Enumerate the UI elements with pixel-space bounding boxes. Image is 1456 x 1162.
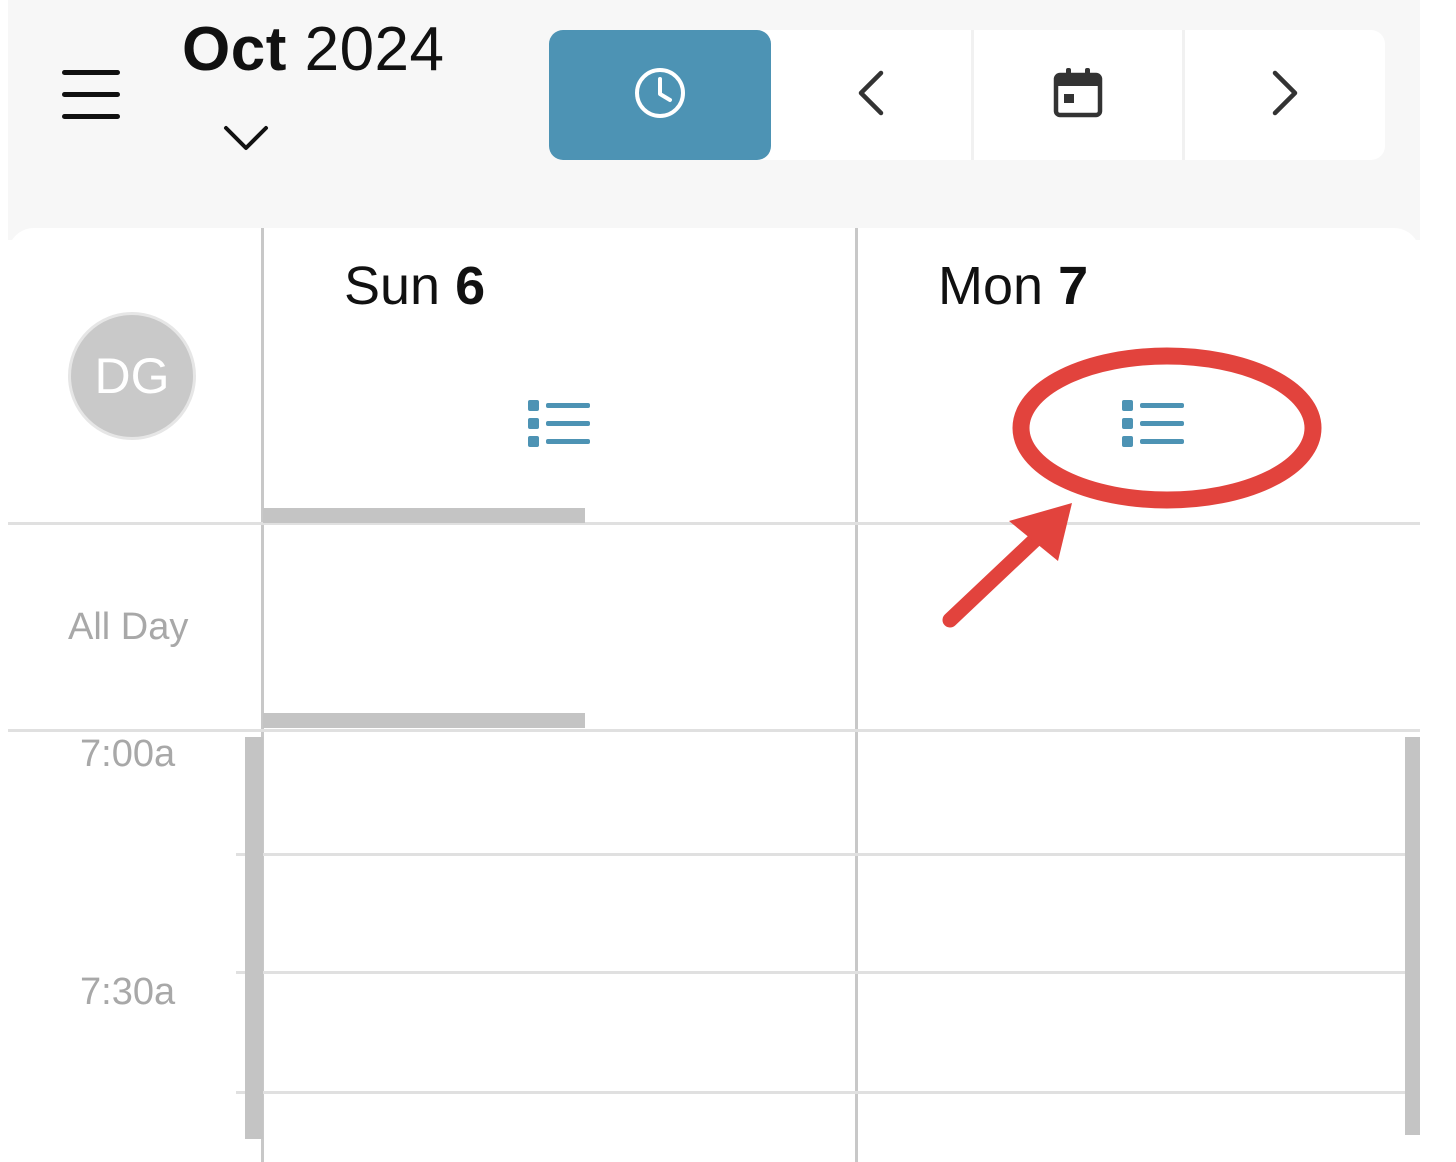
weekday-label: Sun — [344, 256, 441, 316]
chevron-right-icon — [1267, 67, 1303, 124]
loading-bar — [263, 713, 585, 728]
time-view-button[interactable] — [549, 30, 771, 160]
previous-button[interactable] — [771, 30, 971, 160]
time-label-730: 7:30a — [80, 971, 176, 1013]
avatar[interactable]: DG — [68, 312, 196, 440]
today-button[interactable] — [974, 30, 1182, 160]
column-divider — [855, 228, 858, 1162]
month-name: Oct — [182, 15, 287, 84]
chevron-left-icon — [853, 67, 889, 124]
time-slot-divider — [236, 1091, 1420, 1094]
all-day-label: All Day — [68, 606, 189, 648]
scrollbar-right[interactable] — [1405, 737, 1420, 1135]
calendar-panel — [8, 228, 1420, 1162]
list-view-icon-mon[interactable] — [1120, 396, 1190, 456]
date-label: 7 — [1058, 256, 1089, 316]
calendar-icon — [1052, 65, 1104, 126]
hamburger-menu-icon[interactable] — [58, 62, 128, 126]
next-button[interactable] — [1185, 30, 1385, 160]
weekday-label: Mon — [938, 256, 1044, 316]
time-slot-divider — [236, 971, 1420, 974]
chevron-down-icon[interactable] — [220, 116, 272, 160]
date-label: 6 — [455, 256, 486, 316]
day-header-sun[interactable]: Sun 6 — [344, 255, 485, 317]
time-label-700: 7:00a — [80, 733, 176, 775]
clock-icon — [632, 65, 688, 126]
scrollbar-left[interactable] — [245, 737, 263, 1139]
month-title[interactable]: Oct 2024 — [182, 14, 445, 85]
loading-bar — [263, 508, 585, 523]
header-divider — [8, 522, 1420, 525]
time-slot-divider — [236, 853, 1420, 856]
list-view-icon-sun[interactable] — [526, 396, 596, 456]
year: 2024 — [304, 15, 445, 84]
view-toolbar — [549, 30, 1385, 160]
all-day-divider — [8, 729, 1420, 732]
day-header-mon[interactable]: Mon 7 — [938, 255, 1088, 317]
